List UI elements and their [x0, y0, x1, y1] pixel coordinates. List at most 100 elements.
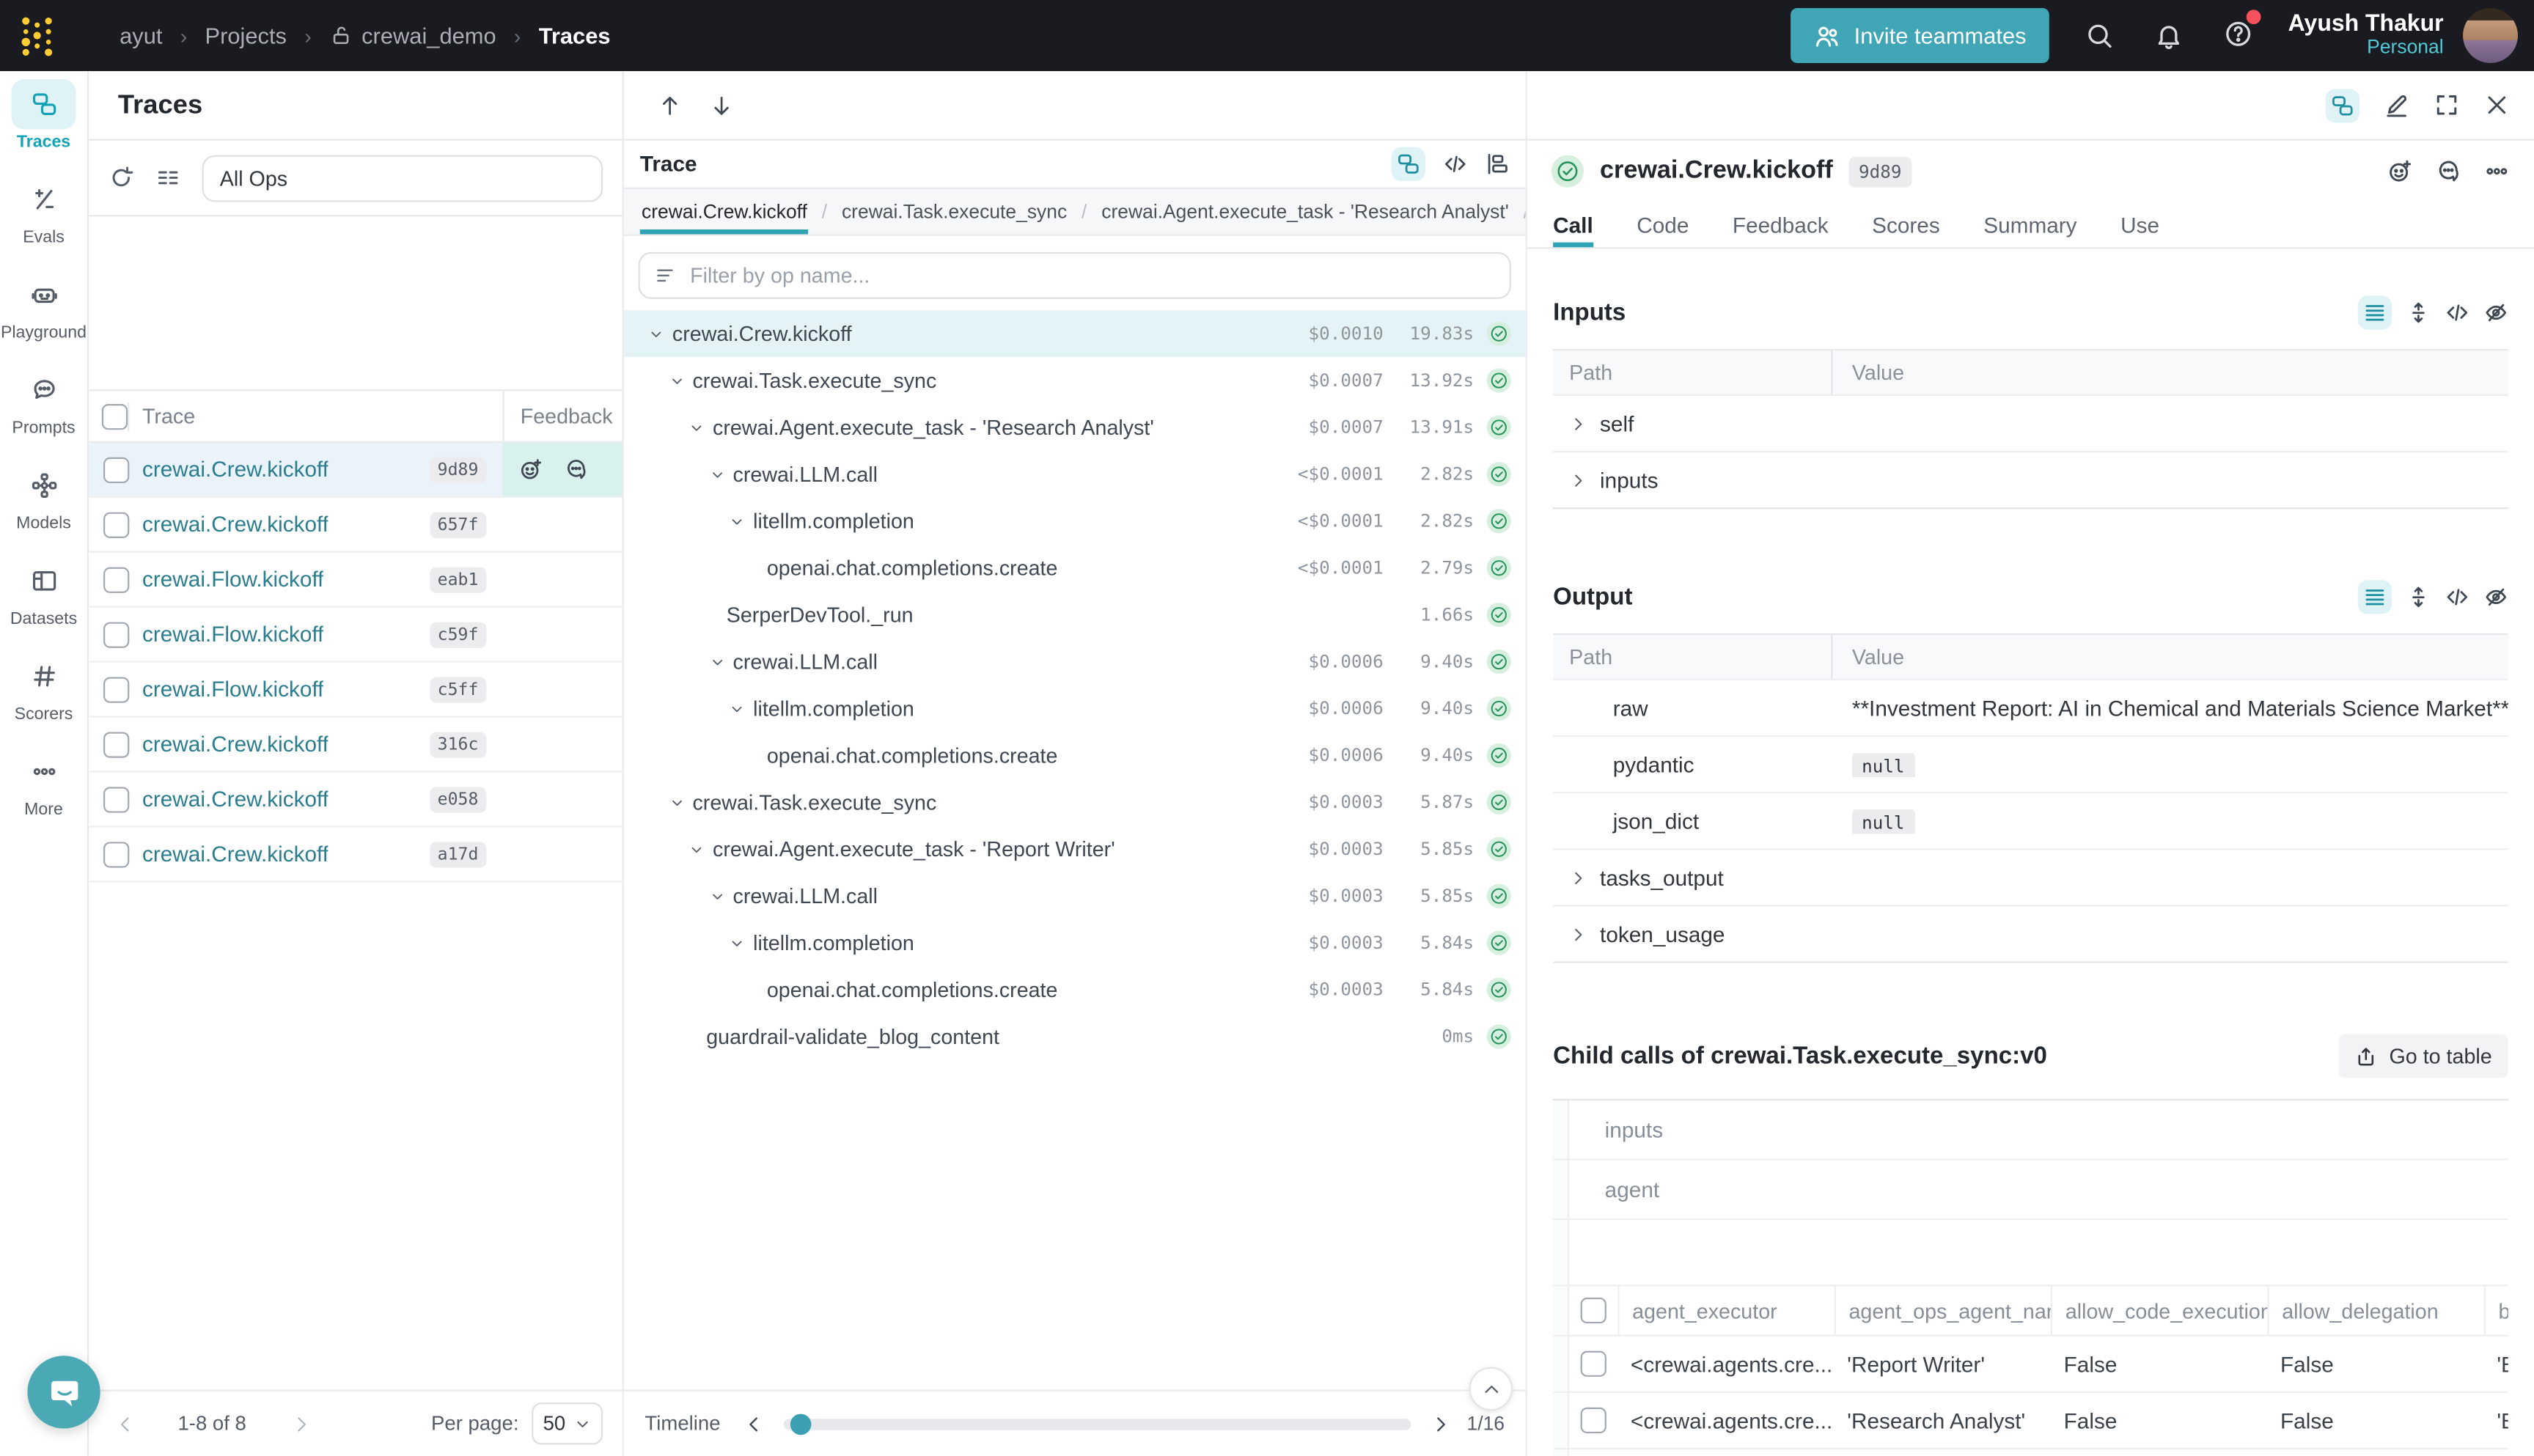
column-header-trace[interactable]: Trace — [129, 404, 502, 428]
row-checkbox[interactable] — [103, 786, 129, 812]
row-checkbox[interactable] — [103, 457, 129, 482]
row-checkbox[interactable] — [1581, 1408, 1606, 1433]
close-icon[interactable] — [2484, 92, 2510, 118]
expand-row-icon[interactable] — [1569, 414, 1587, 432]
fullscreen-icon[interactable] — [2434, 92, 2459, 118]
sidebar-item-evals[interactable]: Evals — [11, 174, 76, 247]
list-view-icon[interactable] — [2358, 295, 2392, 329]
trace-tree-row[interactable]: openai.chat.completions.create$0.00069.4… — [624, 732, 1526, 779]
select-all-checkbox[interactable] — [102, 403, 128, 429]
table-row[interactable]: crewai.Crew.kickoff657f — [89, 498, 622, 553]
trace-link[interactable]: crewai.Crew.kickoff — [142, 732, 328, 756]
tab-call[interactable]: Call — [1553, 202, 1593, 248]
output-row[interactable]: token_usage — [1553, 905, 2508, 961]
output-row[interactable]: json_dictnull — [1553, 792, 2508, 848]
list-view-icon[interactable] — [2358, 580, 2392, 614]
code-view-icon[interactable] — [1443, 152, 1467, 176]
collapse-timeline-button[interactable] — [1469, 1367, 1513, 1411]
comment-icon[interactable] — [2436, 158, 2461, 184]
refresh-icon[interactable] — [109, 165, 134, 191]
row-checkbox[interactable] — [103, 676, 129, 702]
hide-values-icon[interactable] — [2484, 585, 2508, 609]
per-page-select[interactable]: 50 — [532, 1402, 603, 1444]
table-row[interactable]: crewai.Crew.kickoffa17d — [89, 827, 622, 882]
trace-tree-row[interactable]: SerperDevTool._run1.66s — [624, 592, 1526, 639]
trace-tree-row[interactable]: openai.chat.completions.create<$0.00012.… — [624, 545, 1526, 592]
page-next-icon[interactable] — [292, 1413, 313, 1434]
collapse-node-icon[interactable] — [726, 697, 749, 720]
timeline-next-icon[interactable] — [1430, 1413, 1451, 1434]
search-icon[interactable] — [2085, 21, 2114, 51]
tab-use[interactable]: Use — [2120, 202, 2159, 248]
trace-link[interactable]: crewai.Crew.kickoff — [142, 787, 328, 811]
inputs-row[interactable]: inputs — [1553, 451, 2508, 507]
sidebar-item-prompts[interactable]: Prompts — [11, 365, 76, 438]
output-row[interactable]: tasks_output — [1553, 848, 2508, 905]
collapse-node-icon[interactable] — [665, 369, 688, 392]
trace-link[interactable]: crewai.Crew.kickoff — [142, 842, 328, 866]
expand-row-icon[interactable] — [1569, 869, 1587, 886]
sidebar-item-playground[interactable]: Playground — [1, 270, 87, 342]
tab-summary[interactable]: Summary — [1983, 202, 2076, 248]
tree-view-icon[interactable] — [1392, 147, 1425, 181]
avatar[interactable] — [2463, 8, 2518, 63]
column-header[interactable]: allow_delegation — [2267, 1286, 2483, 1334]
trace-tree-row[interactable]: crewai.Agent.execute_task - 'Report Writ… — [624, 826, 1526, 872]
row-checkbox[interactable] — [103, 731, 129, 757]
row-checkbox[interactable] — [1581, 1351, 1606, 1377]
collapse-node-icon[interactable] — [726, 932, 749, 955]
page-prev-icon[interactable] — [114, 1413, 136, 1434]
trace-link[interactable]: crewai.Flow.kickoff — [142, 567, 324, 592]
trace-tree-row[interactable]: crewai.LLM.call$0.00035.85s — [624, 872, 1526, 919]
row-checkbox[interactable] — [103, 567, 129, 592]
call-id-badge[interactable]: 9d89 — [1849, 156, 1911, 187]
add-reaction-icon[interactable] — [2387, 158, 2412, 184]
trace-tree-row[interactable]: litellm.completion$0.00035.84s — [624, 919, 1526, 966]
trace-tree-row[interactable]: crewai.LLM.call$0.00069.40s — [624, 639, 1526, 685]
call-content[interactable]: Inputs Path Value selfinputs — [1527, 249, 2534, 1455]
collapse-node-icon[interactable] — [705, 885, 728, 908]
trace-link[interactable]: crewai.Flow.kickoff — [142, 622, 324, 647]
table-row[interactable]: crewai.Crew.kickoffe058 — [89, 773, 622, 828]
help-button[interactable] — [2223, 18, 2252, 52]
table-row[interactable]: crewai.Flow.kickoffeab1 — [89, 553, 622, 608]
edit-pencil-icon[interactable] — [2384, 92, 2409, 118]
comment-icon[interactable] — [564, 457, 588, 482]
column-header[interactable]: agent_executor — [1617, 1286, 1834, 1334]
trace-link[interactable]: crewai.Flow.kickoff — [142, 677, 324, 702]
timeline-prev-icon[interactable] — [743, 1413, 764, 1434]
arrow-up-icon[interactable] — [658, 93, 682, 117]
table-row[interactable]: crewai.Flow.kickoffc5ff — [89, 663, 622, 718]
tab-code[interactable]: Code — [1637, 202, 1689, 248]
collapse-node-icon[interactable] — [726, 510, 749, 532]
trace-tree-row[interactable]: crewai.Crew.kickoff$0.001019.83s — [624, 310, 1526, 357]
inputs-row[interactable]: self — [1553, 394, 2508, 451]
op-filter-input[interactable] — [687, 262, 1495, 289]
sidebar-item-datasets[interactable]: Datasets — [10, 556, 77, 628]
trace-tree-row[interactable]: guardrail-validate_blog_content0ms — [624, 1013, 1526, 1060]
timeline-knob[interactable] — [790, 1413, 811, 1434]
output-row[interactable]: pydanticnull — [1553, 735, 2508, 792]
more-options-icon[interactable] — [2484, 158, 2510, 184]
timeline-slider[interactable] — [784, 1418, 1411, 1429]
user-block[interactable]: Ayush Thakur Personal — [2288, 11, 2444, 60]
expand-rows-icon[interactable] — [2406, 585, 2431, 609]
column-header[interactable]: b — [2484, 1286, 2508, 1334]
trace-tree-row[interactable]: crewai.Agent.execute_task - 'Research An… — [624, 404, 1526, 451]
breadcrumb-entity[interactable]: ayut — [120, 23, 162, 48]
sidebar-item-traces[interactable]: Traces — [11, 79, 76, 152]
go-to-table-button[interactable]: Go to table — [2339, 1034, 2508, 1078]
column-header[interactable]: allow_code_execution — [2051, 1286, 2267, 1334]
trace-link[interactable]: crewai.Crew.kickoff — [142, 457, 328, 482]
collapse-node-icon[interactable] — [705, 463, 728, 485]
collapse-node-icon[interactable] — [686, 838, 708, 861]
table-row[interactable]: crewai.Flow.kickoffc59f — [89, 608, 622, 663]
row-checkbox[interactable] — [103, 512, 129, 537]
trace-tree-row[interactable]: openai.chat.completions.create$0.00035.8… — [624, 966, 1526, 1013]
wandb-logo-icon[interactable] — [0, 0, 74, 71]
trace-path-tab[interactable]: crewai.Agent.execute_task - 'Research An… — [1100, 189, 1510, 235]
expand-row-icon[interactable] — [1569, 925, 1587, 943]
split-view-icon[interactable] — [2326, 88, 2359, 122]
tab-scores[interactable]: Scores — [1872, 202, 1940, 248]
row-checkbox[interactable] — [103, 841, 129, 867]
